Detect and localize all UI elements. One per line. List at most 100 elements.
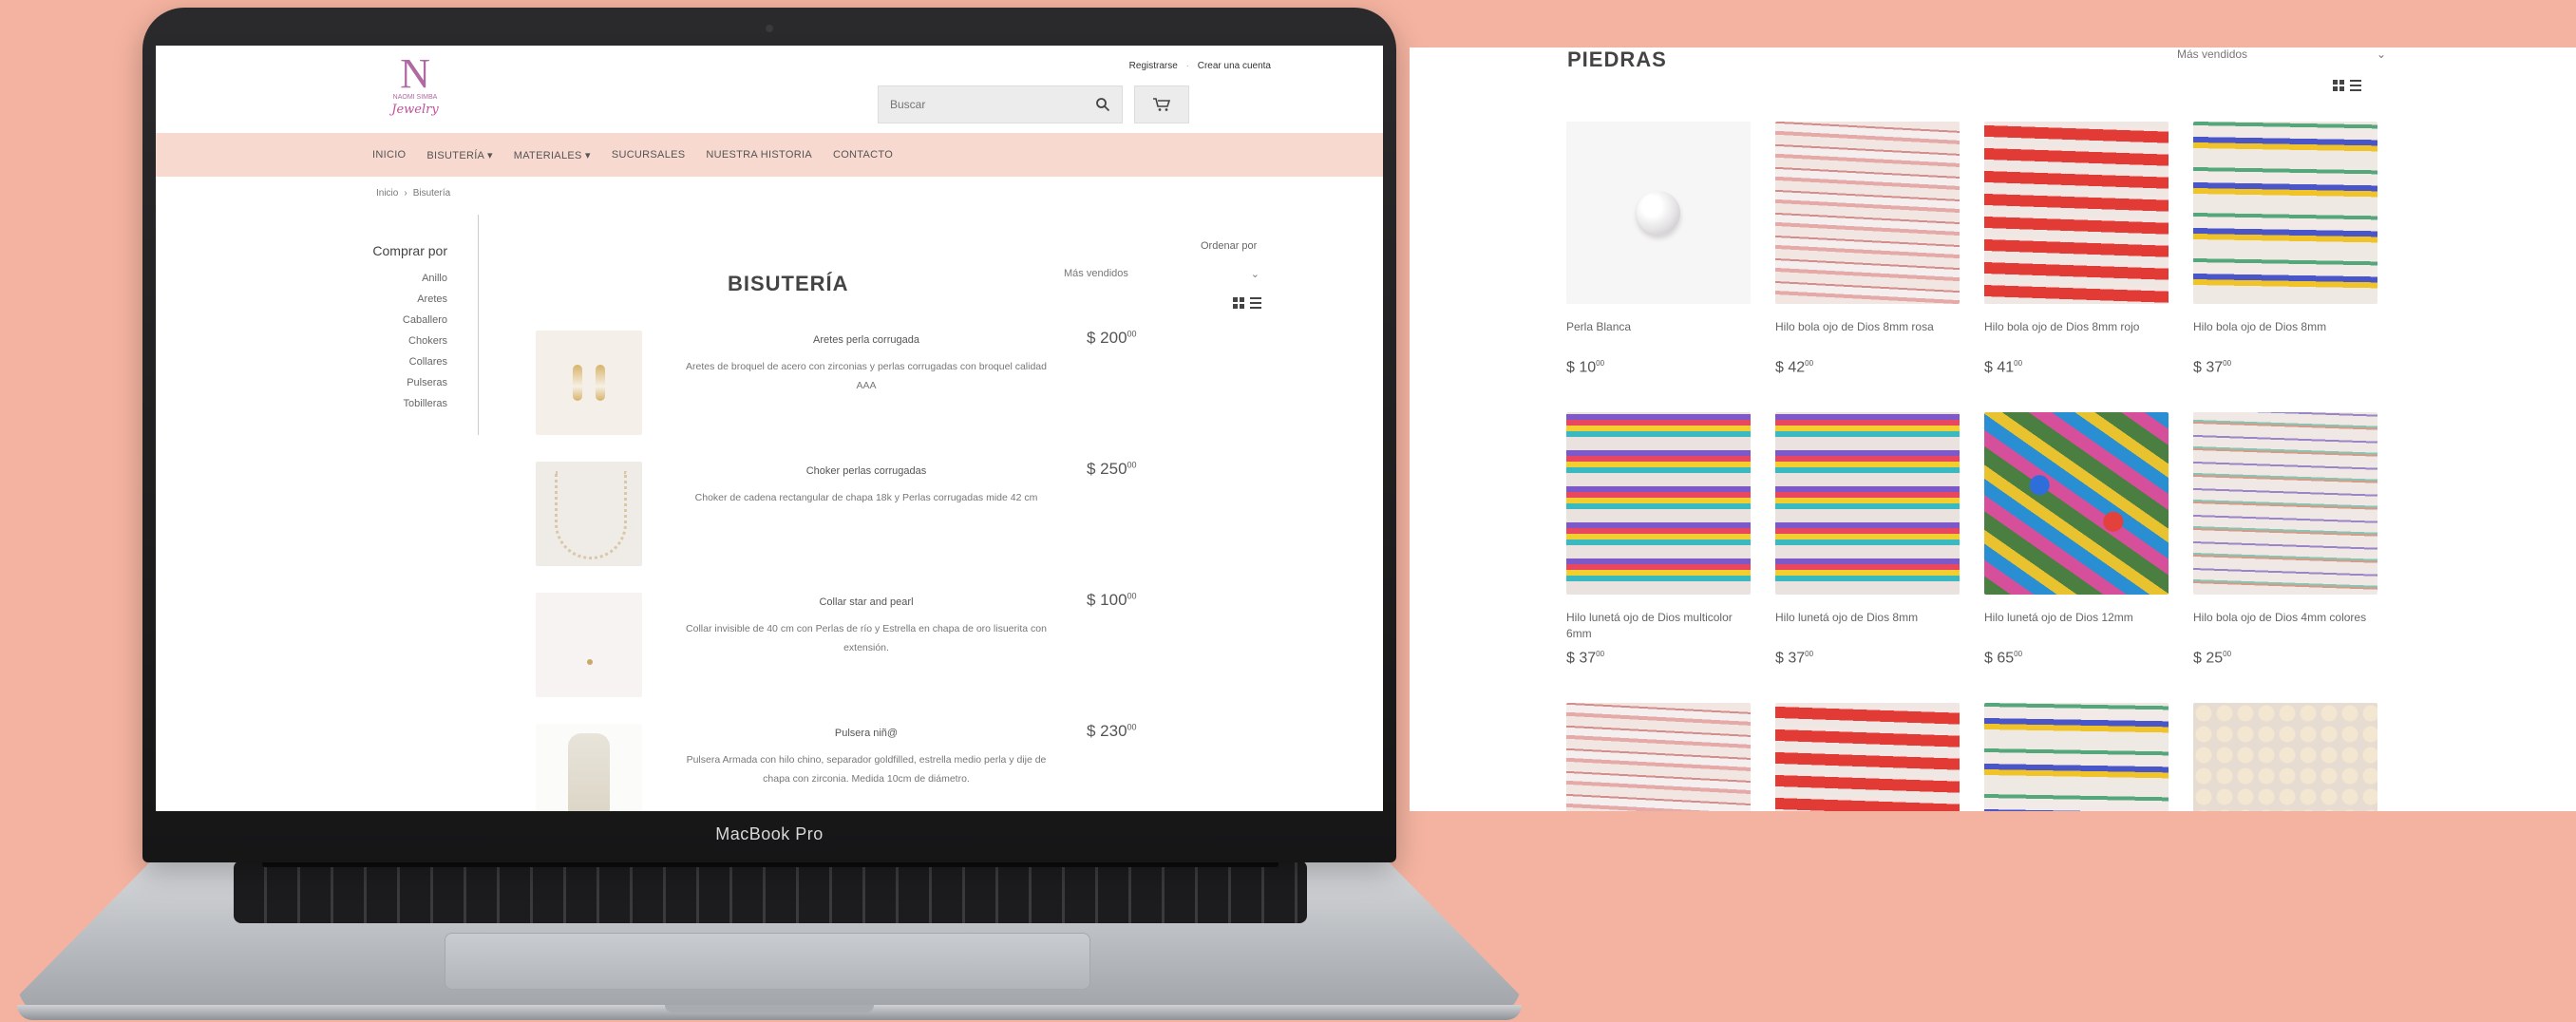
sidebar-item-tobilleras[interactable]: Tobilleras bbox=[365, 393, 447, 414]
cart-icon bbox=[1153, 98, 1171, 111]
catalog-name[interactable]: Perla Blanca bbox=[1566, 319, 1751, 353]
grid-view-icon[interactable] bbox=[1233, 297, 1244, 309]
sort-select[interactable]: Más vendidos ⌄ bbox=[1064, 260, 1260, 287]
product-row[interactable]: Choker perlas corrugadas Choker de caden… bbox=[536, 460, 1258, 591]
catalog-image[interactable] bbox=[1775, 122, 1960, 304]
view-toggle bbox=[1233, 297, 1261, 309]
breadcrumb-separator: › bbox=[404, 188, 407, 199]
product-description: Choker de cadena rectangular de chapa 18… bbox=[694, 492, 1038, 503]
nav-item-bisuteria[interactable]: BISUTERÍA ▾ bbox=[426, 149, 492, 161]
price-cents: 00 bbox=[1596, 650, 1605, 658]
price-amount: $ 100 bbox=[1087, 591, 1127, 609]
price-cents: 00 bbox=[2014, 650, 2023, 658]
catalog-card[interactable]: Hilo bola ojo de Dios 8mm rosa $ 4200 bbox=[1775, 122, 1960, 412]
product-name[interactable]: Pulsera niñ@ bbox=[676, 728, 1056, 739]
sidebar-item-anillo[interactable]: Anillo bbox=[365, 268, 447, 289]
catalog-image[interactable] bbox=[1984, 412, 2169, 595]
product-row[interactable]: Aretes perla corrugada Aretes de broquel… bbox=[536, 329, 1258, 460]
catalog-image[interactable] bbox=[1775, 703, 1960, 811]
product-image[interactable] bbox=[536, 331, 642, 435]
catalog-card[interactable] bbox=[1566, 703, 1751, 811]
catalog-name[interactable]: Hilo lunetá ojo de Dios 8mm bbox=[1775, 610, 1960, 644]
price-cents: 00 bbox=[1127, 722, 1137, 732]
site-header: N NAOMI SIMBA Jewelry Registrarse · Crea… bbox=[156, 46, 1383, 133]
price-cents: 00 bbox=[2223, 359, 2232, 368]
product-image[interactable] bbox=[536, 462, 642, 566]
catalog-card[interactable]: Hilo lunetá ojo de Dios multicolor 6mm $… bbox=[1566, 412, 1751, 703]
product-price: $ 10000 bbox=[1087, 591, 1137, 610]
catalog-card[interactable]: Hilo bola ojo de Dios 8mm $ 3700 bbox=[2193, 122, 2377, 412]
catalog-image[interactable] bbox=[1566, 122, 1751, 304]
sidebar-item-chokers[interactable]: Chokers bbox=[365, 331, 447, 351]
catalog-price: $ 6500 bbox=[1984, 650, 2169, 667]
price-cents: 00 bbox=[1127, 329, 1137, 339]
site-logo[interactable]: N NAOMI SIMBA Jewelry bbox=[377, 53, 453, 122]
list-view-icon[interactable] bbox=[2350, 80, 2361, 91]
catalog-image[interactable] bbox=[2193, 122, 2377, 304]
product-name[interactable]: Collar star and pearl bbox=[676, 596, 1056, 608]
cart-button[interactable] bbox=[1134, 85, 1189, 123]
sidebar-item-caballero[interactable]: Caballero bbox=[365, 310, 447, 331]
product-name[interactable]: Choker perlas corrugadas bbox=[676, 465, 1056, 477]
catalog-card[interactable]: Perla Blanca $ 1000 bbox=[1566, 122, 1751, 412]
price-cents: 00 bbox=[1127, 591, 1137, 601]
catalog-price: $ 3700 bbox=[1566, 650, 1751, 667]
catalog-card[interactable] bbox=[1984, 703, 2169, 811]
breadcrumb-current: Bisutería bbox=[412, 188, 451, 199]
sidebar-item-collares[interactable]: Collares bbox=[365, 351, 447, 372]
product-list: Aretes perla corrugada Aretes de broquel… bbox=[536, 329, 1258, 811]
product-row[interactable]: Collar star and pearl Collar invisible d… bbox=[536, 591, 1258, 722]
list-view-icon[interactable] bbox=[1250, 297, 1261, 309]
catalog-image[interactable] bbox=[2193, 412, 2377, 595]
catalog-view-toggle bbox=[2333, 80, 2361, 91]
product-image[interactable] bbox=[536, 724, 642, 811]
price-amount: $ 200 bbox=[1087, 329, 1127, 347]
catalog-image[interactable] bbox=[1566, 703, 1751, 811]
signup-link[interactable]: Crear una cuenta bbox=[1198, 61, 1271, 71]
nav-item-contacto[interactable]: CONTACTO bbox=[833, 149, 893, 161]
search-box bbox=[878, 85, 1123, 123]
catalog-image[interactable] bbox=[1984, 703, 2169, 811]
price-cents: 00 bbox=[1596, 359, 1605, 368]
catalog-image[interactable] bbox=[1566, 412, 1751, 595]
catalog-price: $ 3700 bbox=[1775, 650, 1960, 667]
catalog-name[interactable]: Hilo bola ojo de Dios 4mm colores bbox=[2193, 610, 2377, 644]
catalog-name[interactable]: Hilo lunetá ojo de Dios multicolor 6mm bbox=[1566, 610, 1751, 644]
product-description: Collar invisible de 40 cm con Perlas de … bbox=[686, 623, 1047, 653]
catalog-name[interactable]: Hilo bola ojo de Dios 8mm rosa bbox=[1775, 319, 1960, 353]
product-row[interactable]: Pulsera niñ@ Pulsera Armada con hilo chi… bbox=[536, 722, 1258, 811]
search-input[interactable] bbox=[890, 98, 1061, 111]
catalog-card[interactable]: Hilo bola ojo de Dios 8mm rojo $ 4100 bbox=[1984, 122, 2169, 412]
catalog-name[interactable]: Hilo bola ojo de Dios 8mm bbox=[2193, 319, 2377, 353]
catalog-card[interactable] bbox=[1775, 703, 1960, 811]
catalog-card[interactable]: Hilo lunetá ojo de Dios 12mm $ 6500 bbox=[1984, 412, 2169, 703]
sidebar-item-pulseras[interactable]: Pulseras bbox=[365, 372, 447, 393]
grid-view-icon[interactable] bbox=[2333, 80, 2344, 91]
trackpad bbox=[445, 933, 1090, 990]
product-image[interactable] bbox=[536, 593, 642, 697]
sidebar-item-aretes[interactable]: Aretes bbox=[365, 289, 447, 310]
catalog-card[interactable]: Hilo lunetá ojo de Dios 8mm $ 3700 bbox=[1775, 412, 1960, 703]
nav-item-historia[interactable]: NUESTRA HISTORIA bbox=[706, 149, 812, 161]
nav-item-inicio[interactable]: INICIO bbox=[372, 149, 406, 161]
catalog-sort-select[interactable]: Más vendidos ⌄ bbox=[2177, 47, 2386, 61]
price-amount: $ 230 bbox=[1087, 722, 1127, 740]
breadcrumb-home[interactable]: Inicio bbox=[376, 188, 398, 199]
catalog-image[interactable] bbox=[2193, 703, 2377, 811]
search-icon[interactable] bbox=[1095, 97, 1110, 112]
catalog-name[interactable]: Hilo lunetá ojo de Dios 12mm bbox=[1984, 610, 2169, 644]
account-separator: · bbox=[1185, 61, 1189, 71]
catalog-image[interactable] bbox=[1984, 122, 2169, 304]
product-price: $ 23000 bbox=[1087, 722, 1137, 741]
product-name[interactable]: Aretes perla corrugada bbox=[676, 334, 1056, 346]
product-price: $ 25000 bbox=[1087, 460, 1137, 479]
login-link[interactable]: Registrarse bbox=[1129, 61, 1178, 71]
catalog-name[interactable]: Hilo bola ojo de Dios 8mm rojo bbox=[1984, 319, 2169, 353]
nav-item-materiales[interactable]: MATERIALES ▾ bbox=[514, 149, 591, 161]
nav-item-sucursales[interactable]: SUCURSALES bbox=[612, 149, 686, 161]
catalog-card[interactable]: Hilo bola ojo de Dios 4mm colores $ 2500 bbox=[2193, 412, 2377, 703]
catalog-card[interactable] bbox=[2193, 703, 2377, 811]
price-cents: 00 bbox=[1805, 650, 1814, 658]
catalog-image[interactable] bbox=[1775, 412, 1960, 595]
sort-selected: Más vendidos bbox=[1064, 268, 1128, 279]
